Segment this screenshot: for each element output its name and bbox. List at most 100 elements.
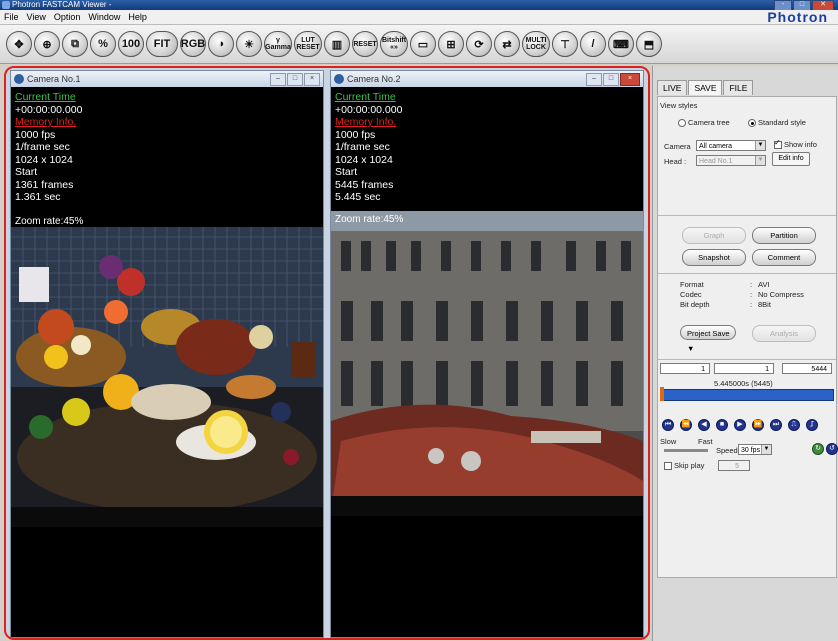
camera-2-close-button[interactable]: ×: [620, 73, 640, 86]
show-info-checkbox[interactable]: [774, 138, 782, 149]
camera-icon: [14, 74, 24, 84]
speed-label: Speed: [716, 446, 738, 455]
percent-zoom-button[interactable]: %: [90, 31, 116, 57]
camera-2-minimize-button[interactable]: –: [586, 73, 602, 86]
project-save-label: Project Save: [687, 329, 730, 338]
camera-select[interactable]: All camera ▼: [696, 140, 766, 151]
timeline-bar[interactable]: [662, 389, 834, 401]
bit-depth-label: Bit depth: [680, 300, 710, 309]
rgb-button[interactable]: RGB: [180, 31, 206, 57]
contrast-icon[interactable]: ◑: [208, 31, 234, 57]
standard-style-radio[interactable]: [748, 119, 756, 127]
memory-info-label: Memory Info.: [15, 116, 77, 128]
timeline-start-marker[interactable]: [660, 387, 664, 401]
last-frame-icon[interactable]: ⏭: [770, 419, 782, 431]
histogram-reset-button[interactable]: RESET: [352, 31, 378, 57]
stop-icon[interactable]: ■: [716, 419, 728, 431]
tab-live[interactable]: LIVE: [657, 80, 688, 95]
export-icon[interactable]: ⬒: [636, 31, 662, 57]
brightness-icon[interactable]: ☀: [236, 31, 262, 57]
camera-1-minimize-button[interactable]: –: [270, 73, 286, 86]
project-save-button[interactable]: Project Save ▼: [680, 325, 736, 353]
refresh-icon[interactable]: ⟳: [466, 31, 492, 57]
duration-value: 5.445 sec: [335, 191, 381, 203]
camera-window-2[interactable]: Camera No.2 – □ × Current Time +00:00:00…: [330, 70, 644, 638]
fps-value: 1000 fps: [15, 128, 56, 141]
multi-window-icon[interactable]: ⊞: [438, 31, 464, 57]
menu-option[interactable]: Option: [50, 10, 85, 24]
fast-label: Fast: [698, 437, 713, 446]
tab-file[interactable]: FILE: [723, 80, 754, 95]
mark-out-icon[interactable]: ⎎: [806, 419, 818, 431]
format-value: AVI: [758, 280, 770, 289]
camera-1-maximize-button[interactable]: □: [287, 73, 303, 86]
analysis-button[interactable]: Analysis: [752, 325, 816, 342]
divider: [658, 215, 836, 216]
frames-value: 5445 frames: [335, 178, 394, 191]
play-icon[interactable]: ▶: [734, 419, 746, 431]
view-styles-label: View styles: [660, 101, 698, 110]
tab-save[interactable]: SAVE: [688, 80, 723, 95]
camera-workspace: Camera No.1 – □ × Current Time +00:00:00…: [4, 66, 650, 640]
reverse-icon[interactable]: ↺: [826, 443, 838, 455]
camera-1-close-button[interactable]: ×: [304, 73, 320, 86]
current-time-value: +00:00:00.000: [335, 103, 403, 116]
speed-select[interactable]: 30 fps ▼: [738, 444, 772, 455]
camera-2-maximize-button[interactable]: □: [603, 73, 619, 86]
mark-in-icon[interactable]: ⎍: [788, 419, 800, 431]
step-back-icon[interactable]: ⏪: [680, 419, 692, 431]
multi-lock-button[interactable]: MULTI LOCK: [522, 31, 550, 57]
graph-button[interactable]: Graph: [682, 227, 746, 244]
chevron-down-icon: ▼: [761, 445, 771, 454]
menu-view[interactable]: View: [23, 10, 50, 24]
resolution-value: 1024 x 1024: [335, 153, 393, 166]
skip-value-field[interactable]: 5: [718, 460, 750, 471]
pen-icon[interactable]: /: [580, 31, 606, 57]
zoom-100-button[interactable]: 100: [118, 31, 144, 57]
format-label: Format: [680, 280, 704, 289]
bitshift-button[interactable]: Bitshift «»: [380, 31, 408, 57]
trigger-icon[interactable]: ⊤: [552, 31, 578, 57]
bit-depth-value: 8Bit: [758, 300, 771, 309]
camera-window-2-titlebar: Camera No.2 – □ ×: [331, 71, 643, 87]
step-forward-icon[interactable]: ⏩: [752, 419, 764, 431]
move-icon[interactable]: ✥: [6, 31, 32, 57]
chevron-down-icon: ▼: [687, 344, 695, 353]
current-frame-field[interactable]: 1: [714, 363, 774, 374]
menu-bar: File View Option Window Help: [0, 10, 838, 25]
menu-window[interactable]: Window: [84, 10, 124, 24]
color-bars-icon[interactable]: ▥: [324, 31, 350, 57]
zoom-in-icon[interactable]: ⊕: [34, 31, 60, 57]
menu-help[interactable]: Help: [124, 10, 151, 24]
keyboard-icon[interactable]: ⌨: [608, 31, 634, 57]
show-info-label: Show info: [784, 140, 817, 149]
current-time-value: +00:00:00.000: [15, 103, 83, 116]
sync-icon[interactable]: ⇄: [494, 31, 520, 57]
snapshot-button[interactable]: Snapshot: [682, 249, 746, 266]
menu-file[interactable]: File: [0, 10, 23, 24]
zoom-rate: Zoom rate:45%: [335, 214, 404, 225]
gamma-button[interactable]: γ Gamma: [264, 31, 292, 57]
camera-tree-radio[interactable]: [678, 119, 686, 127]
speed-slider[interactable]: [664, 449, 708, 452]
skip-play-checkbox[interactable]: [664, 462, 672, 470]
chevron-down-icon: ▼: [755, 156, 765, 165]
head-label: Head :: [664, 157, 687, 166]
codec-label: Codec: [680, 290, 702, 299]
rectangle-icon[interactable]: ▭: [410, 31, 436, 57]
lut-reset-button[interactable]: LUT RESET: [294, 31, 322, 57]
current-time-label: Current Time: [15, 91, 76, 103]
control-sidebar: LIVE SAVE FILE View styles Camera tree S…: [652, 66, 838, 641]
end-frame-field[interactable]: 5444: [782, 363, 832, 374]
fit-button[interactable]: FIT: [146, 31, 178, 57]
play-reverse-icon[interactable]: ◀: [698, 419, 710, 431]
comment-button[interactable]: Comment: [752, 249, 816, 266]
crop-icon[interactable]: ⧉: [62, 31, 88, 57]
start-frame-field[interactable]: 1: [660, 363, 710, 374]
partition-button[interactable]: Partition: [752, 227, 816, 244]
edit-info-button[interactable]: Edit info: [772, 152, 810, 166]
head-select[interactable]: Head No.1 ▼: [696, 155, 766, 166]
first-frame-icon[interactable]: ⏮: [662, 419, 674, 431]
camera-window-1[interactable]: Camera No.1 – □ × Current Time +00:00:00…: [10, 70, 324, 638]
loop-icon[interactable]: ↻: [812, 443, 824, 455]
